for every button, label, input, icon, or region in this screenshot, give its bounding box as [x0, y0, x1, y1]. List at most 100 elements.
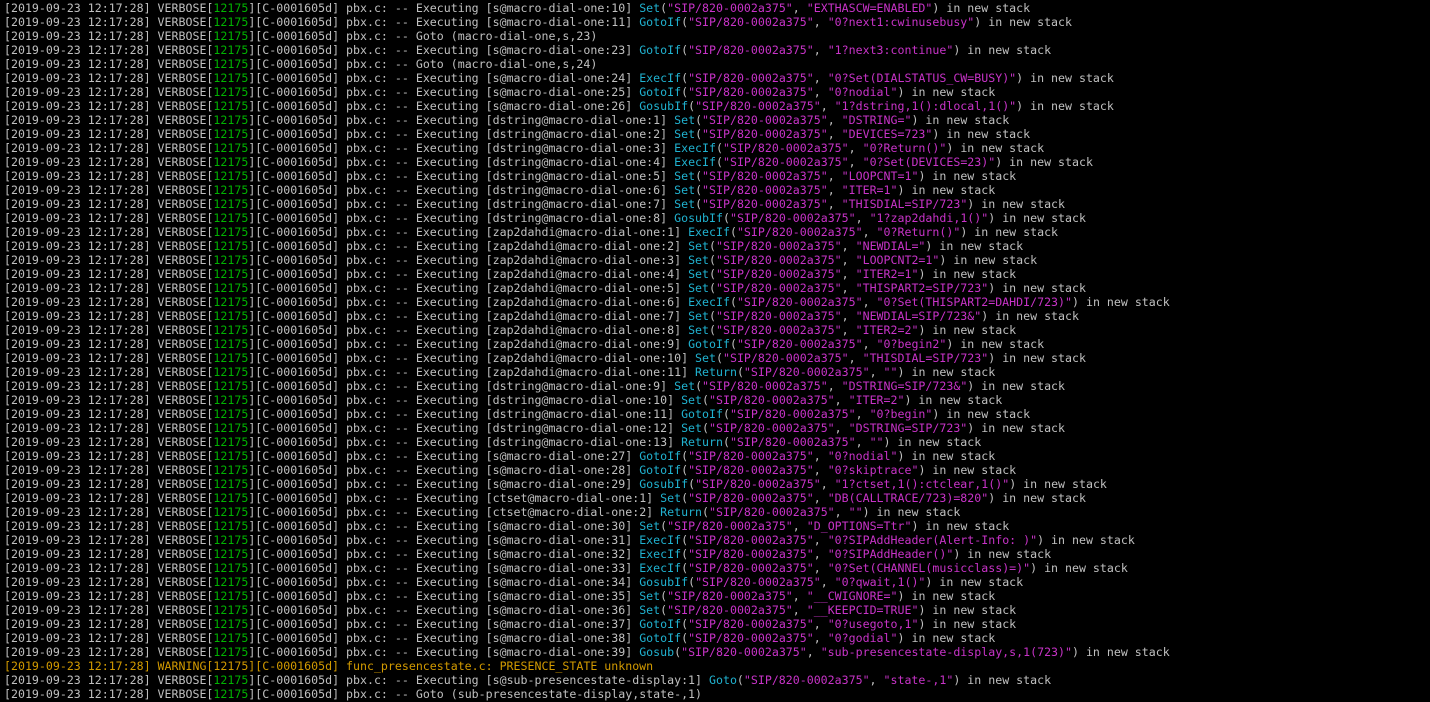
log-text: ) in new stack: [1037, 533, 1135, 547]
log-text: (: [695, 197, 703, 211]
thread-id: 12175: [213, 337, 249, 351]
app-argument: "SIP/820-0002a375": [709, 393, 835, 407]
log-text: [2019-09-23 12:17:28] VERBOSE[: [4, 281, 214, 295]
log-text: [2019-09-23 12:17:28] VERBOSE[: [4, 631, 214, 645]
log-text: ,: [841, 239, 856, 253]
log-text: (: [736, 365, 744, 379]
app-argument: "NEWDIAL=SIP/723&": [855, 309, 982, 323]
log-text: ) in new stack: [1016, 71, 1114, 85]
app-name: Set: [681, 393, 703, 407]
log-line: [2019-09-23 12:17:28] VERBOSE[12175][C-0…: [4, 99, 1430, 113]
app-name: GotoIf: [688, 337, 730, 351]
log-text: (: [722, 407, 730, 421]
log-text: ) in new stack: [862, 505, 961, 519]
terminal-window[interactable]: [2019-09-23 12:17:28] VERBOSE[12175][C-0…: [0, 0, 1430, 702]
log-text: ][C-0001605d] pbx.c: -- Executing [dstri…: [248, 197, 675, 211]
log-text: ][C-0001605d] pbx.c: -- Executing [ctset…: [248, 505, 661, 519]
thread-id: 12175: [213, 57, 249, 71]
log-line: [2019-09-23 12:17:28] VERBOSE[12175][C-0…: [4, 673, 1430, 687]
log-text: ][C-0001605d] pbx.c: -- Executing [s@mac…: [248, 631, 640, 645]
app-argument: "THISDIAL=SIP/723": [862, 351, 989, 365]
log-text: (: [709, 267, 716, 281]
thread-id: 12175: [213, 309, 249, 323]
log-text: (: [695, 127, 703, 141]
app-name: Set: [695, 351, 716, 365]
thread-id: 12175: [213, 589, 249, 603]
log-text: ][C-0001605d] pbx.c: -- Executing [zap2d…: [248, 365, 696, 379]
app-name: GotoIf: [639, 631, 682, 645]
log-text: ][C-0001605d] pbx.c: -- Executing [dstri…: [248, 141, 675, 155]
log-text: (: [729, 225, 737, 239]
log-text: ][C-0001605d] pbx.c: -- Executing [dstri…: [248, 435, 682, 449]
log-line: [2019-09-23 12:17:28] VERBOSE[12175][C-0…: [4, 505, 1430, 519]
app-name: Goto: [709, 673, 737, 687]
log-line: [2019-09-23 12:17:28] VERBOSE[12175][C-0…: [4, 603, 1430, 617]
log-text: ) in new stack: [967, 197, 1066, 211]
log-text: ][C-0001605d] pbx.c: -- Executing [dstri…: [248, 407, 682, 421]
log-text: ,: [841, 309, 856, 323]
app-argument: "0?skiptrace": [827, 463, 919, 477]
log-text: (: [702, 421, 710, 435]
log-text: ][C-0001605d] pbx.c: -- Executing [s@mac…: [248, 575, 640, 589]
log-text: [2019-09-23 12:17:28] VERBOSE[: [4, 267, 214, 281]
thread-id: 12175: [213, 505, 249, 519]
app-name: Return: [681, 435, 723, 449]
app-argument: "0?next1:cwinusebusy": [827, 15, 975, 29]
log-text: ][C-0001605d] pbx.c: -- Executing [s@mac…: [248, 15, 640, 29]
thread-id: 12175: [213, 365, 249, 379]
log-text: ) in new stack: [981, 309, 1079, 323]
log-text: ][C-0001605d] pbx.c: -- Executing [dstri…: [248, 127, 675, 141]
app-argument: "ITER2=1": [855, 267, 919, 281]
log-text: (: [688, 477, 696, 491]
log-text: ][C-0001605d] pbx.c: -- Executing [s@mac…: [248, 1, 640, 15]
log-text: [2019-09-23 12:17:28] VERBOSE[: [4, 533, 214, 547]
log-text: ) in new stack: [883, 435, 982, 449]
app-argument: "0?begin": [869, 407, 933, 421]
thread-id: 12175: [213, 1, 249, 15]
app-argument: "SIP/820-0002a375": [702, 197, 828, 211]
app-name: ExecIf: [674, 155, 716, 169]
app-name: ExecIf: [674, 141, 716, 155]
log-text: ][C-0001605d] pbx.c: -- Executing [s@mac…: [248, 99, 640, 113]
app-argument: "SIP/820-0002a375": [667, 519, 793, 533]
log-line: [2019-09-23 12:17:28] VERBOSE[12175][C-0…: [4, 309, 1430, 323]
app-argument: "0?usegoto,1": [827, 617, 919, 631]
thread-id: 12175: [213, 491, 249, 505]
app-name: GotoIf: [639, 85, 682, 99]
app-name: ExecIf: [688, 225, 730, 239]
log-text: ][C-0001605d] pbx.c: -- Executing [s@mac…: [248, 477, 640, 491]
log-text: ,: [855, 211, 870, 225]
thread-id: 12175: [213, 351, 249, 365]
log-line: [2019-09-23 12:17:28] VERBOSE[12175][C-0…: [4, 169, 1430, 183]
log-line: [2019-09-23 12:17:28] VERBOSE[12175][C-0…: [4, 1, 1430, 15]
log-line: [2019-09-23 12:17:28] VERBOSE[12175][C-0…: [4, 561, 1430, 575]
log-text: [2019-09-23 12:17:28] VERBOSE[: [4, 239, 214, 253]
log-text: ,: [813, 533, 828, 547]
log-text: ) in new stack: [932, 127, 1031, 141]
log-line: [2019-09-23 12:17:28] VERBOSE[12175][C-0…: [4, 533, 1430, 547]
log-line: [2019-09-23 12:17:28] VERBOSE[12175][C-0…: [4, 253, 1430, 267]
log-text: ) in new stack: [967, 379, 1066, 393]
log-text: ][C-0001605d] pbx.c: -- Executing [zap2d…: [248, 281, 689, 295]
log-text: ) in new stack: [925, 575, 1024, 589]
log-text: ) in new stack: [939, 253, 1038, 267]
log-line: [2019-09-23 12:17:28] VERBOSE[12175][C-0…: [4, 43, 1430, 57]
log-text: [2019-09-23 12:17:28] VERBOSE[: [4, 323, 214, 337]
app-argument: "SIP/820-0002a375": [688, 561, 814, 575]
app-argument: "SIP/820-0002a375": [667, 1, 793, 15]
log-line: [2019-09-23 12:17:28] VERBOSE[12175][C-0…: [4, 71, 1430, 85]
log-text: ,: [841, 323, 856, 337]
log-text: ) in new stack: [1072, 295, 1170, 309]
log-text: ][C-0001605d] pbx.c: -- Executing [s@mac…: [248, 645, 640, 659]
app-argument: "0?Set(DEVICES=23)": [862, 155, 996, 169]
thread-id: 12175: [213, 533, 249, 547]
app-argument: "SIP/820-0002a375": [688, 547, 814, 561]
app-name: Set: [688, 253, 710, 267]
app-name: Set: [660, 491, 682, 505]
thread-id: 12175: [213, 141, 249, 155]
log-text: [2019-09-23 12:17:28] VERBOSE[: [4, 575, 214, 589]
log-text: ,: [813, 491, 828, 505]
log-line: [2019-09-23 12:17:28] VERBOSE[12175][C-0…: [4, 379, 1430, 393]
log-text: ,: [813, 449, 828, 463]
app-name: Gosub: [639, 645, 675, 659]
